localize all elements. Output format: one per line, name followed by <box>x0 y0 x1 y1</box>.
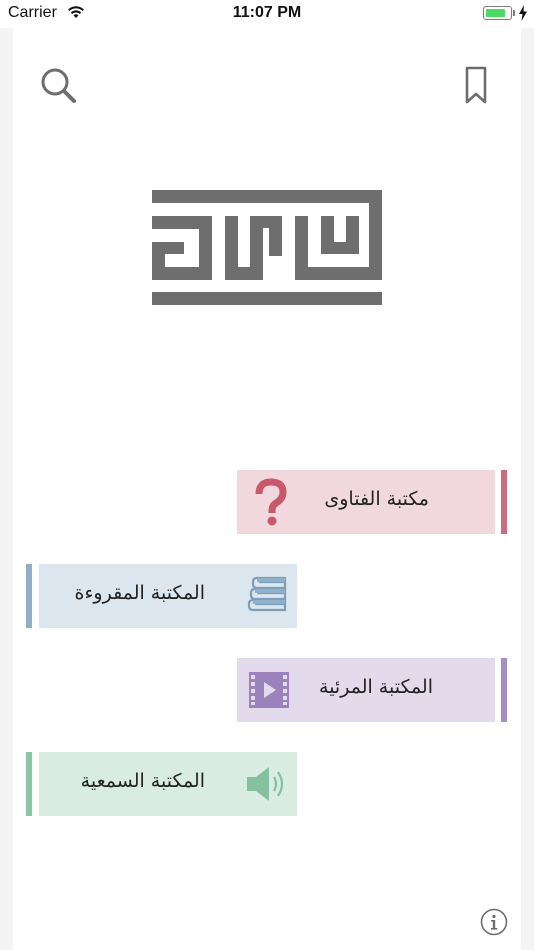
search-icon[interactable] <box>38 66 78 106</box>
accent-bar-fatawa <box>501 470 507 534</box>
menu-item-read-library[interactable]: المكتبة المقروءة <box>39 564 297 628</box>
accent-bar-audio <box>26 752 32 816</box>
clock-time: 11:07 PM <box>232 4 302 21</box>
video-film-icon <box>249 672 289 708</box>
menu-label-video: المكتبة المرئية <box>319 676 433 698</box>
charging-bolt-icon <box>519 5 527 21</box>
menu-item-fatawa-library[interactable]: مكتبة الفتاوى <box>237 470 495 534</box>
battery-tip <box>513 10 515 16</box>
right-gutter <box>521 28 534 950</box>
books-icon <box>247 576 287 612</box>
question-mark-icon <box>255 478 287 526</box>
speaker-icon <box>247 767 284 801</box>
info-icon[interactable] <box>480 908 508 936</box>
battery-level <box>486 9 505 17</box>
app-screen: Carrier 11:07 PM مكتبة الفتاوى المكتبة ا… <box>0 0 534 950</box>
menu-item-video-library[interactable]: المكتبة المرئية <box>237 658 495 722</box>
fatawa-kufic-logo <box>152 190 382 305</box>
menu-item-audio-library[interactable]: المكتبة السمعية <box>39 752 297 816</box>
menu-label-audio: المكتبة السمعية <box>80 770 205 792</box>
left-gutter <box>0 28 13 950</box>
menu-label-fatawa: مكتبة الفتاوى <box>324 488 429 510</box>
bookmark-icon[interactable] <box>462 66 490 106</box>
battery-icon <box>483 6 512 20</box>
accent-bar-video <box>501 658 507 722</box>
accent-bar-read <box>26 564 32 628</box>
menu-label-read: المكتبة المقروءة <box>74 582 205 604</box>
status-bar: Carrier 11:07 PM <box>0 0 534 28</box>
